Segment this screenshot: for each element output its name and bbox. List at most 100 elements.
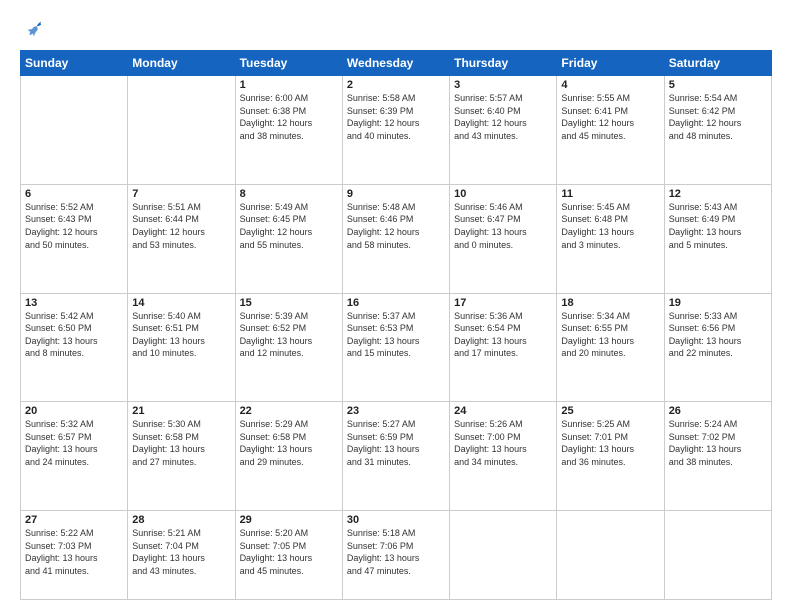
weekday-header-tuesday: Tuesday bbox=[235, 51, 342, 76]
day-info: Sunrise: 5:46 AMSunset: 6:47 PMDaylight:… bbox=[454, 201, 552, 251]
header bbox=[20, 18, 772, 40]
day-number: 12 bbox=[669, 188, 767, 200]
calendar-cell: 10Sunrise: 5:46 AMSunset: 6:47 PMDayligh… bbox=[450, 184, 557, 293]
day-number: 9 bbox=[347, 188, 445, 200]
calendar-cell: 26Sunrise: 5:24 AMSunset: 7:02 PMDayligh… bbox=[664, 402, 771, 511]
day-number: 28 bbox=[132, 514, 230, 526]
day-info: Sunrise: 5:24 AMSunset: 7:02 PMDaylight:… bbox=[669, 418, 767, 468]
logo bbox=[20, 18, 44, 40]
calendar-cell: 20Sunrise: 5:32 AMSunset: 6:57 PMDayligh… bbox=[21, 402, 128, 511]
calendar-cell: 15Sunrise: 5:39 AMSunset: 6:52 PMDayligh… bbox=[235, 293, 342, 402]
day-info: Sunrise: 5:48 AMSunset: 6:46 PMDaylight:… bbox=[347, 201, 445, 251]
day-number: 30 bbox=[347, 514, 445, 526]
day-info: Sunrise: 5:51 AMSunset: 6:44 PMDaylight:… bbox=[132, 201, 230, 251]
day-info: Sunrise: 5:33 AMSunset: 6:56 PMDaylight:… bbox=[669, 310, 767, 360]
calendar-cell bbox=[21, 76, 128, 185]
calendar-cell: 2Sunrise: 5:58 AMSunset: 6:39 PMDaylight… bbox=[342, 76, 449, 185]
day-number: 1 bbox=[240, 79, 338, 91]
day-info: Sunrise: 5:34 AMSunset: 6:55 PMDaylight:… bbox=[561, 310, 659, 360]
day-info: Sunrise: 5:52 AMSunset: 6:43 PMDaylight:… bbox=[25, 201, 123, 251]
day-info: Sunrise: 5:21 AMSunset: 7:04 PMDaylight:… bbox=[132, 527, 230, 577]
calendar-cell: 13Sunrise: 5:42 AMSunset: 6:50 PMDayligh… bbox=[21, 293, 128, 402]
day-info: Sunrise: 5:57 AMSunset: 6:40 PMDaylight:… bbox=[454, 92, 552, 142]
calendar-cell: 5Sunrise: 5:54 AMSunset: 6:42 PMDaylight… bbox=[664, 76, 771, 185]
day-number: 24 bbox=[454, 405, 552, 417]
calendar-cell: 24Sunrise: 5:26 AMSunset: 7:00 PMDayligh… bbox=[450, 402, 557, 511]
week-row-4: 20Sunrise: 5:32 AMSunset: 6:57 PMDayligh… bbox=[21, 402, 772, 511]
calendar-cell: 4Sunrise: 5:55 AMSunset: 6:41 PMDaylight… bbox=[557, 76, 664, 185]
calendar-cell: 6Sunrise: 5:52 AMSunset: 6:43 PMDaylight… bbox=[21, 184, 128, 293]
calendar-cell: 22Sunrise: 5:29 AMSunset: 6:58 PMDayligh… bbox=[235, 402, 342, 511]
day-number: 16 bbox=[347, 297, 445, 309]
day-number: 18 bbox=[561, 297, 659, 309]
weekday-header-row: SundayMondayTuesdayWednesdayThursdayFrid… bbox=[21, 51, 772, 76]
week-row-2: 6Sunrise: 5:52 AMSunset: 6:43 PMDaylight… bbox=[21, 184, 772, 293]
calendar-cell bbox=[664, 511, 771, 600]
day-info: Sunrise: 5:22 AMSunset: 7:03 PMDaylight:… bbox=[25, 527, 123, 577]
calendar-cell: 29Sunrise: 5:20 AMSunset: 7:05 PMDayligh… bbox=[235, 511, 342, 600]
day-number: 29 bbox=[240, 514, 338, 526]
day-info: Sunrise: 5:18 AMSunset: 7:06 PMDaylight:… bbox=[347, 527, 445, 577]
day-info: Sunrise: 5:45 AMSunset: 6:48 PMDaylight:… bbox=[561, 201, 659, 251]
day-number: 15 bbox=[240, 297, 338, 309]
weekday-header-thursday: Thursday bbox=[450, 51, 557, 76]
calendar-cell: 8Sunrise: 5:49 AMSunset: 6:45 PMDaylight… bbox=[235, 184, 342, 293]
calendar-cell: 27Sunrise: 5:22 AMSunset: 7:03 PMDayligh… bbox=[21, 511, 128, 600]
calendar-cell bbox=[557, 511, 664, 600]
calendar-cell: 1Sunrise: 6:00 AMSunset: 6:38 PMDaylight… bbox=[235, 76, 342, 185]
day-info: Sunrise: 5:58 AMSunset: 6:39 PMDaylight:… bbox=[347, 92, 445, 142]
day-number: 21 bbox=[132, 405, 230, 417]
weekday-header-wednesday: Wednesday bbox=[342, 51, 449, 76]
calendar-cell: 23Sunrise: 5:27 AMSunset: 6:59 PMDayligh… bbox=[342, 402, 449, 511]
week-row-3: 13Sunrise: 5:42 AMSunset: 6:50 PMDayligh… bbox=[21, 293, 772, 402]
day-number: 23 bbox=[347, 405, 445, 417]
day-info: Sunrise: 5:25 AMSunset: 7:01 PMDaylight:… bbox=[561, 418, 659, 468]
day-number: 20 bbox=[25, 405, 123, 417]
day-number: 5 bbox=[669, 79, 767, 91]
day-info: Sunrise: 5:54 AMSunset: 6:42 PMDaylight:… bbox=[669, 92, 767, 142]
calendar-cell: 21Sunrise: 5:30 AMSunset: 6:58 PMDayligh… bbox=[128, 402, 235, 511]
page: SundayMondayTuesdayWednesdayThursdayFrid… bbox=[0, 0, 792, 612]
calendar-cell: 25Sunrise: 5:25 AMSunset: 7:01 PMDayligh… bbox=[557, 402, 664, 511]
day-number: 11 bbox=[561, 188, 659, 200]
day-info: Sunrise: 5:20 AMSunset: 7:05 PMDaylight:… bbox=[240, 527, 338, 577]
day-info: Sunrise: 5:39 AMSunset: 6:52 PMDaylight:… bbox=[240, 310, 338, 360]
day-info: Sunrise: 5:36 AMSunset: 6:54 PMDaylight:… bbox=[454, 310, 552, 360]
calendar-cell: 19Sunrise: 5:33 AMSunset: 6:56 PMDayligh… bbox=[664, 293, 771, 402]
day-info: Sunrise: 5:30 AMSunset: 6:58 PMDaylight:… bbox=[132, 418, 230, 468]
weekday-header-saturday: Saturday bbox=[664, 51, 771, 76]
day-number: 4 bbox=[561, 79, 659, 91]
calendar-cell: 28Sunrise: 5:21 AMSunset: 7:04 PMDayligh… bbox=[128, 511, 235, 600]
weekday-header-monday: Monday bbox=[128, 51, 235, 76]
day-number: 3 bbox=[454, 79, 552, 91]
week-row-1: 1Sunrise: 6:00 AMSunset: 6:38 PMDaylight… bbox=[21, 76, 772, 185]
day-info: Sunrise: 5:29 AMSunset: 6:58 PMDaylight:… bbox=[240, 418, 338, 468]
day-number: 25 bbox=[561, 405, 659, 417]
day-number: 6 bbox=[25, 188, 123, 200]
day-info: Sunrise: 5:49 AMSunset: 6:45 PMDaylight:… bbox=[240, 201, 338, 251]
day-info: Sunrise: 5:26 AMSunset: 7:00 PMDaylight:… bbox=[454, 418, 552, 468]
calendar-cell: 11Sunrise: 5:45 AMSunset: 6:48 PMDayligh… bbox=[557, 184, 664, 293]
day-info: Sunrise: 6:00 AMSunset: 6:38 PMDaylight:… bbox=[240, 92, 338, 142]
calendar-cell bbox=[450, 511, 557, 600]
calendar-table: SundayMondayTuesdayWednesdayThursdayFrid… bbox=[20, 50, 772, 600]
calendar-cell: 12Sunrise: 5:43 AMSunset: 6:49 PMDayligh… bbox=[664, 184, 771, 293]
day-number: 19 bbox=[669, 297, 767, 309]
day-info: Sunrise: 5:55 AMSunset: 6:41 PMDaylight:… bbox=[561, 92, 659, 142]
calendar-cell: 14Sunrise: 5:40 AMSunset: 6:51 PMDayligh… bbox=[128, 293, 235, 402]
calendar-cell: 9Sunrise: 5:48 AMSunset: 6:46 PMDaylight… bbox=[342, 184, 449, 293]
day-info: Sunrise: 5:32 AMSunset: 6:57 PMDaylight:… bbox=[25, 418, 123, 468]
day-number: 17 bbox=[454, 297, 552, 309]
day-number: 10 bbox=[454, 188, 552, 200]
logo-bird-icon bbox=[22, 18, 44, 40]
calendar-cell: 3Sunrise: 5:57 AMSunset: 6:40 PMDaylight… bbox=[450, 76, 557, 185]
day-number: 8 bbox=[240, 188, 338, 200]
day-number: 13 bbox=[25, 297, 123, 309]
weekday-header-sunday: Sunday bbox=[21, 51, 128, 76]
day-info: Sunrise: 5:40 AMSunset: 6:51 PMDaylight:… bbox=[132, 310, 230, 360]
calendar-cell bbox=[128, 76, 235, 185]
day-number: 2 bbox=[347, 79, 445, 91]
calendar-cell: 16Sunrise: 5:37 AMSunset: 6:53 PMDayligh… bbox=[342, 293, 449, 402]
day-number: 27 bbox=[25, 514, 123, 526]
day-info: Sunrise: 5:27 AMSunset: 6:59 PMDaylight:… bbox=[347, 418, 445, 468]
